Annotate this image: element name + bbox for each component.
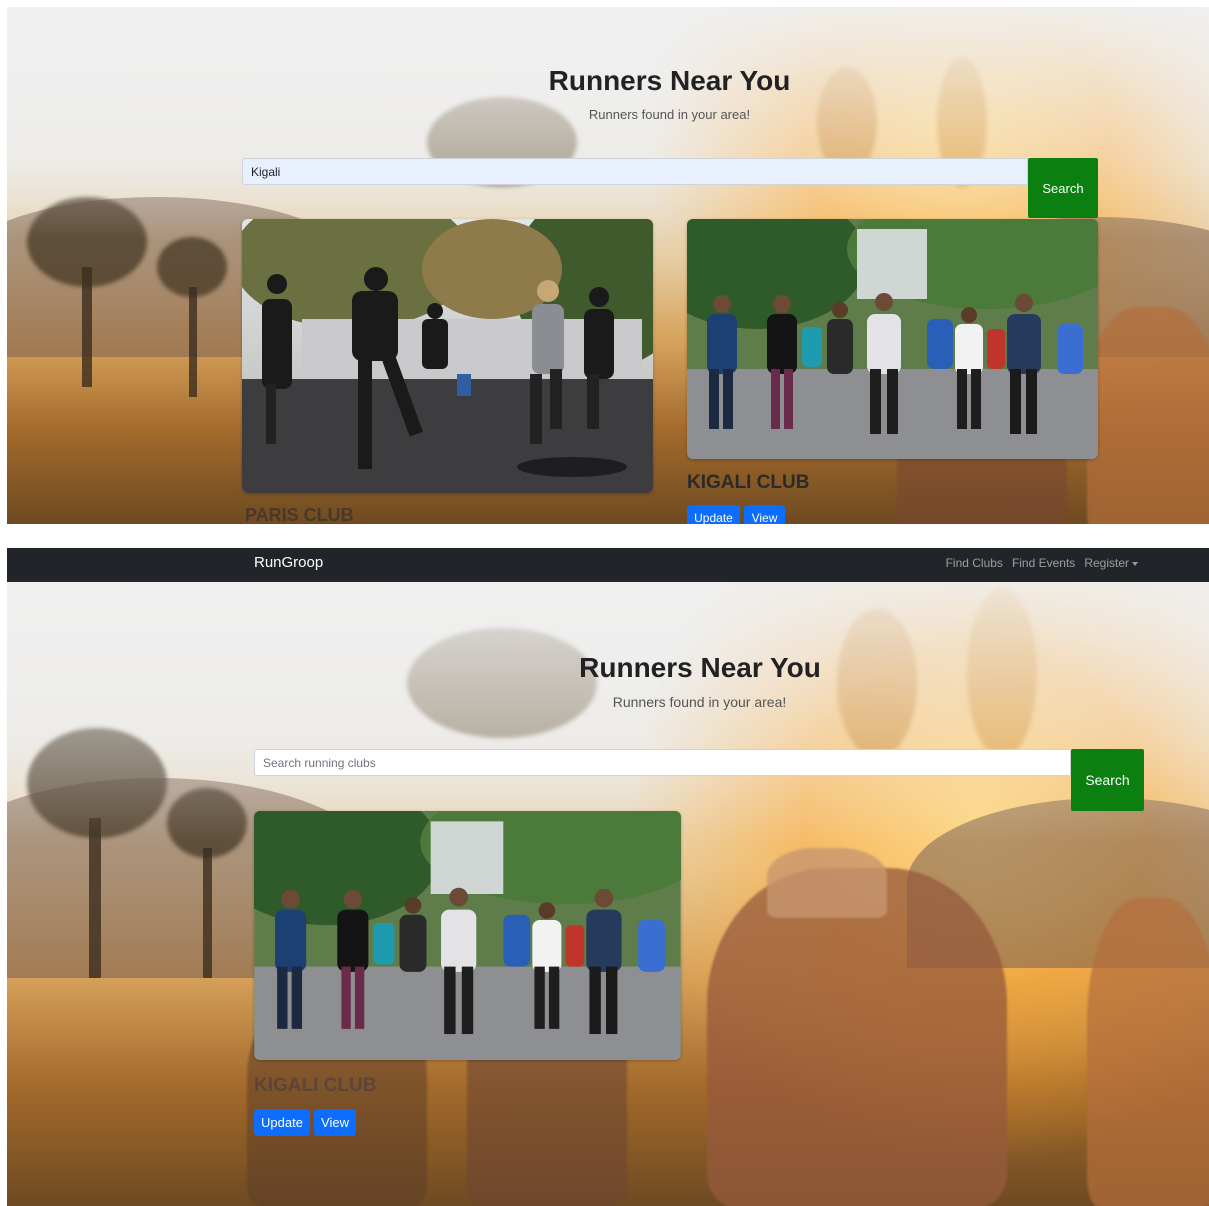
- navbar: RunGroop Find Clubs Find Events Register: [7, 548, 1209, 582]
- search-input[interactable]: [254, 749, 1071, 776]
- search-button[interactable]: Search: [1071, 749, 1144, 811]
- view-button[interactable]: View: [314, 1109, 356, 1136]
- nav-find-events[interactable]: Find Events: [1012, 556, 1075, 570]
- nav-links: Find Clubs Find Events Register: [946, 556, 1138, 570]
- dropdown-caret-icon: [1132, 561, 1138, 566]
- club-card-title: KIGALI CLUB: [687, 472, 810, 493]
- club-card-image[interactable]: [242, 219, 653, 493]
- search-input[interactable]: [242, 158, 1028, 185]
- nav-find-clubs[interactable]: Find Clubs: [946, 556, 1003, 570]
- nav-register-label: Register: [1084, 556, 1129, 570]
- club-card-title: KIGALI CLUB: [254, 1075, 377, 1096]
- page-subtitle: Runners found in your area!: [588, 107, 751, 122]
- view-button[interactable]: View: [744, 505, 785, 524]
- page-subtitle: Runners found in your area!: [612, 694, 787, 710]
- search-button[interactable]: Search: [1028, 158, 1098, 218]
- update-button[interactable]: Update: [254, 1109, 310, 1136]
- screenshot-search-results: Runners Near You Runners found in your a…: [7, 7, 1209, 524]
- club-card-image[interactable]: [254, 811, 681, 1060]
- page-title: Runners Near You: [548, 65, 791, 96]
- nav-register-dropdown[interactable]: Register: [1084, 556, 1138, 570]
- club-card-title: PARIS CLUB: [245, 505, 354, 524]
- brand-logo[interactable]: RunGroop: [254, 554, 323, 571]
- update-button[interactable]: Update: [687, 505, 740, 524]
- page-title: Runners Near You: [579, 652, 821, 683]
- club-card-image[interactable]: [687, 219, 1098, 459]
- screenshot-club-list: RunGroop Find Clubs Find Events Register…: [7, 548, 1209, 1206]
